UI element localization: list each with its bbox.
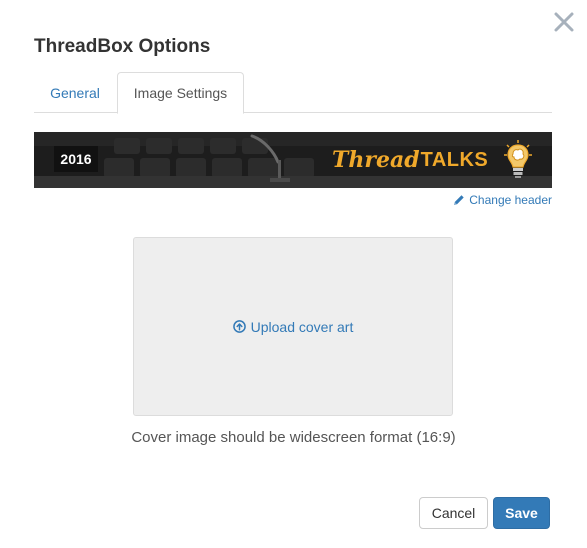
change-header-label: Change header: [469, 193, 552, 207]
tab-general[interactable]: General: [34, 72, 116, 113]
brand-thread-text: Thread: [332, 147, 420, 173]
change-header-link[interactable]: Change header: [453, 192, 552, 208]
close-button[interactable]: [550, 8, 578, 36]
cover-image-hint: Cover image should be widescreen format …: [131, 429, 456, 446]
header-banner-image: 2016 Thread TALKS: [34, 132, 552, 188]
upload-cover-art-label: Upload cover art: [250, 318, 354, 335]
tab-image-settings[interactable]: Image Settings: [117, 72, 244, 114]
dialog-title: ThreadBox Options: [34, 36, 211, 57]
upload-cover-art-link[interactable]: Upload cover art: [232, 318, 354, 335]
options-dialog: ThreadBox Options General Image Settings: [0, 0, 587, 548]
year-badge: 2016: [54, 146, 98, 172]
cancel-button[interactable]: Cancel: [419, 497, 488, 529]
save-button[interactable]: Save: [493, 497, 550, 529]
lightbulb-brain-icon: [504, 140, 532, 178]
tab-bar: General Image Settings: [34, 72, 552, 114]
close-icon: [554, 12, 574, 32]
brand-talks-text: TALKS: [420, 148, 489, 171]
pencil-icon: [454, 195, 464, 205]
cover-art-dropzone[interactable]: Upload cover art: [133, 237, 453, 416]
upload-circle-icon: [232, 320, 246, 333]
brand-logo: Thread TALKS: [332, 142, 488, 178]
